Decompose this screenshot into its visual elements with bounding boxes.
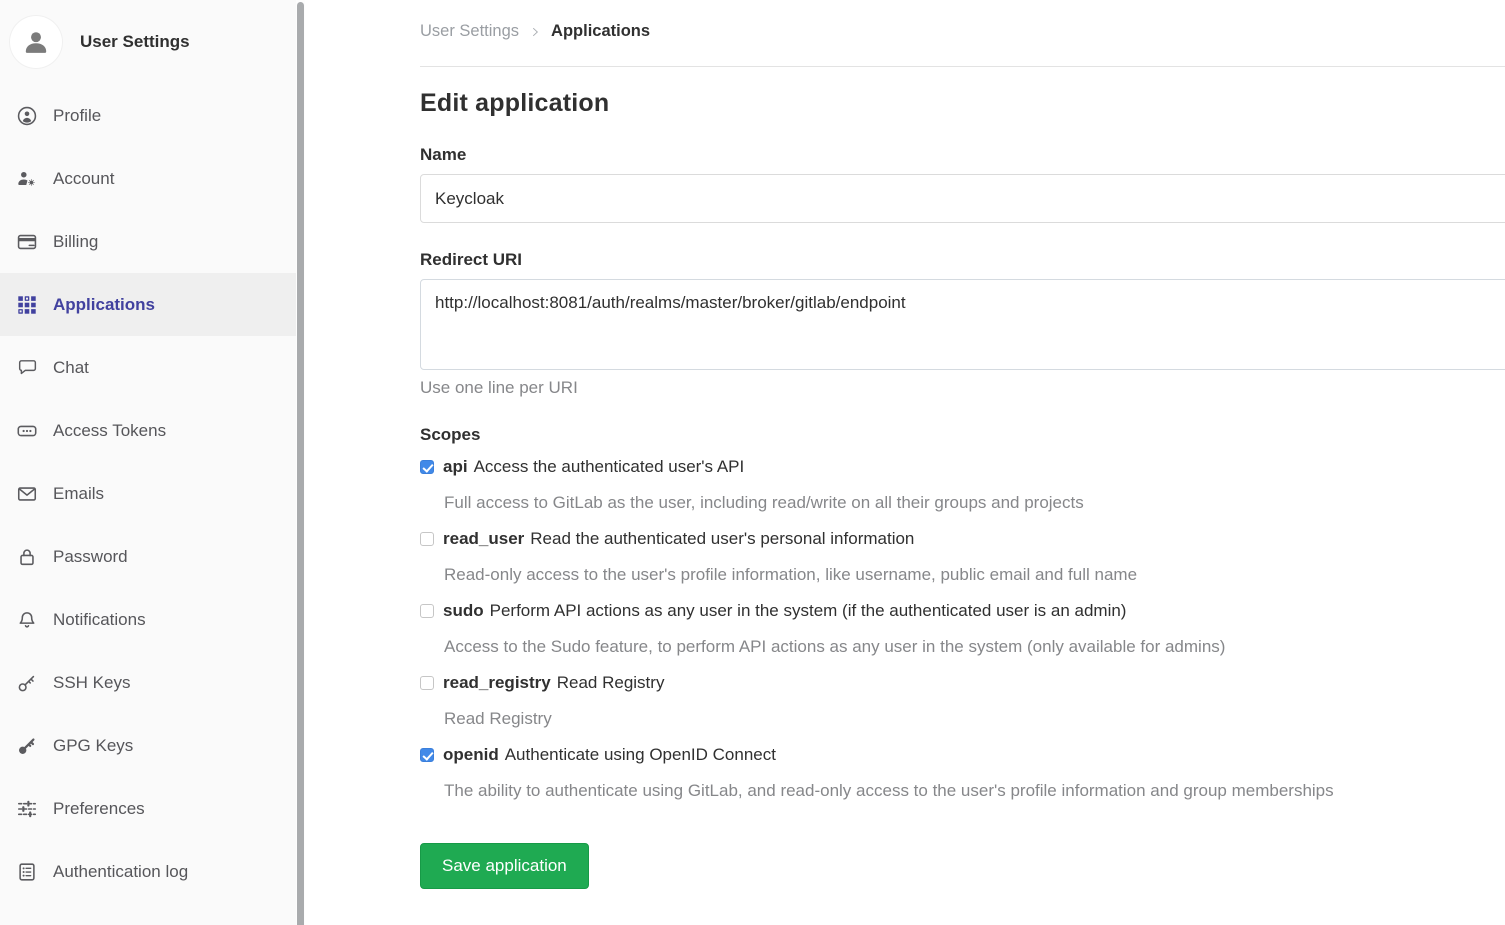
billing-icon xyxy=(16,231,38,253)
emails-icon xyxy=(16,483,38,505)
sidebar-item-label: Chat xyxy=(53,358,89,378)
sidebar-item-preferences[interactable]: Preferences xyxy=(0,777,296,840)
sidebar-item-label: GPG Keys xyxy=(53,736,133,756)
scope-sudo-checkbox[interactable] xyxy=(420,604,434,618)
sidebar-item-label: Authentication log xyxy=(53,862,188,882)
scope-openid[interactable]: openid Authenticate using OpenID Connect xyxy=(420,737,1505,773)
scope-title: Authenticate using OpenID Connect xyxy=(505,737,776,773)
scope-title: Access the authenticated user's API xyxy=(474,449,745,485)
scope-name: read_user xyxy=(443,521,524,557)
scope-openid-help: The ability to authenticate using GitLab… xyxy=(420,773,1505,809)
sidebar-item-label: SSH Keys xyxy=(53,673,130,693)
sidebar-item-authentication-log[interactable]: Authentication log xyxy=(0,840,296,903)
scope-read-registry-help: Read Registry xyxy=(420,701,1505,737)
sidebar-item-account[interactable]: Account xyxy=(0,147,296,210)
applications-icon xyxy=(16,294,38,316)
name-label: Name xyxy=(420,145,1505,165)
password-icon xyxy=(16,546,38,568)
notifications-icon xyxy=(16,609,38,631)
sidebar-item-profile[interactable]: Profile xyxy=(0,84,296,147)
scrollbar-thumb[interactable] xyxy=(297,2,304,925)
sidebar-item-label: Access Tokens xyxy=(53,421,166,441)
redirect-uri-label: Redirect URI xyxy=(420,250,1505,270)
scope-read-registry-checkbox[interactable] xyxy=(420,676,434,690)
scope-read-user-checkbox[interactable] xyxy=(420,532,434,546)
breadcrumb-user-settings[interactable]: User Settings xyxy=(420,22,519,41)
breadcrumb-applications: Applications xyxy=(551,22,650,41)
access-tokens-icon xyxy=(16,420,38,442)
account-icon xyxy=(16,168,38,190)
sidebar-item-password[interactable]: Password xyxy=(0,525,296,588)
sidebar-item-gpg-keys[interactable]: GPG Keys xyxy=(0,714,296,777)
sidebar-nav: Profile Account Billing Applications Cha… xyxy=(0,84,296,925)
redirect-uri-help: Use one line per URI xyxy=(420,378,1505,398)
breadcrumb: User Settings Applications xyxy=(420,22,1505,41)
sidebar-item-chat[interactable]: Chat xyxy=(0,336,296,399)
scope-name: openid xyxy=(443,737,499,773)
sidebar-item-label: Profile xyxy=(53,106,101,126)
scopes-label: Scopes xyxy=(420,425,1505,445)
scope-read-registry[interactable]: read_registry Read Registry xyxy=(420,665,1505,701)
sidebar-scrollbar xyxy=(296,0,305,925)
sidebar-header: User Settings xyxy=(0,0,296,84)
scope-read-user[interactable]: read_user Read the authenticated user's … xyxy=(420,521,1505,557)
person-icon xyxy=(19,25,53,59)
scope-openid-checkbox[interactable] xyxy=(420,748,434,762)
sidebar-item-label: Billing xyxy=(53,232,98,252)
scope-name: sudo xyxy=(443,593,484,629)
scope-api-checkbox[interactable] xyxy=(420,460,434,474)
sidebar-item-label: Notifications xyxy=(53,610,146,630)
scope-sudo[interactable]: sudo Perform API actions as any user in … xyxy=(420,593,1505,629)
sidebar-item-label: Preferences xyxy=(53,799,145,819)
breadcrumb-divider xyxy=(420,66,1505,67)
sidebar-item-ssh-keys[interactable]: SSH Keys xyxy=(0,651,296,714)
sidebar-item-partial[interactable] xyxy=(0,903,296,925)
sidebar-item-label: Account xyxy=(53,169,114,189)
sidebar-item-applications[interactable]: Applications xyxy=(0,273,296,336)
authentication-log-icon xyxy=(16,861,38,883)
sidebar-item-label: Password xyxy=(53,547,128,567)
redirect-uri-textarea[interactable]: http://localhost:8081/auth/realms/master… xyxy=(420,279,1505,370)
sidebar-item-access-tokens[interactable]: Access Tokens xyxy=(0,399,296,462)
scope-title: Read the authenticated user's personal i… xyxy=(530,521,914,557)
scope-read-user-help: Read-only access to the user's profile i… xyxy=(420,557,1505,593)
gpg-keys-icon xyxy=(16,735,38,757)
sidebar-title: User Settings xyxy=(80,32,190,52)
save-application-button[interactable]: Save application xyxy=(420,843,589,889)
scope-sudo-help: Access to the Sudo feature, to perform A… xyxy=(420,629,1505,665)
scope-title: Read Registry xyxy=(557,665,665,701)
scope-name: read_registry xyxy=(443,665,551,701)
page-title: Edit application xyxy=(420,89,1505,118)
edit-application-page: User Settings Applications Edit applicat… xyxy=(305,0,1505,925)
user-avatar xyxy=(10,16,62,68)
sidebar-item-label: Applications xyxy=(53,295,155,315)
profile-icon xyxy=(16,105,38,127)
chat-icon xyxy=(16,357,38,379)
preferences-icon xyxy=(16,798,38,820)
scopes-list: api Access the authenticated user's API … xyxy=(420,449,1505,809)
sidebar-item-emails[interactable]: Emails xyxy=(0,462,296,525)
scope-api[interactable]: api Access the authenticated user's API xyxy=(420,449,1505,485)
scope-name: api xyxy=(443,449,468,485)
sidebar-item-notifications[interactable]: Notifications xyxy=(0,588,296,651)
scope-title: Perform API actions as any user in the s… xyxy=(490,593,1127,629)
scope-api-help: Full access to GitLab as the user, inclu… xyxy=(420,485,1505,521)
ssh-keys-icon xyxy=(16,672,38,694)
sidebar-item-label: Emails xyxy=(53,484,104,504)
breadcrumb-chevron-icon xyxy=(528,25,542,39)
name-input[interactable] xyxy=(420,174,1505,223)
settings-sidebar: User Settings Profile Account Billing Ap… xyxy=(0,0,296,925)
sidebar-item-billing[interactable]: Billing xyxy=(0,210,296,273)
